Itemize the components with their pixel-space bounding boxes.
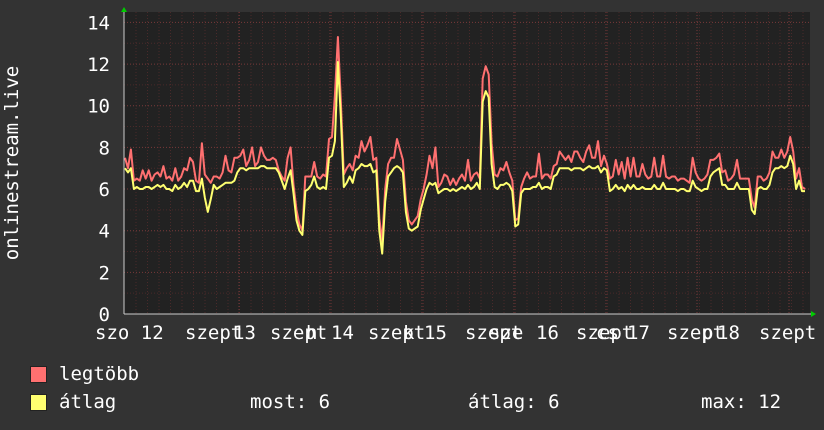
legend-label-max: legtöbb (59, 363, 140, 385)
x-tick-label: 17 (627, 322, 650, 344)
stat-average: átlag: 6 (468, 391, 560, 413)
y-axis-arrow (121, 7, 127, 12)
y-tick-label: 10 (87, 96, 110, 118)
x-tick-label: szept (667, 322, 724, 344)
x-tick-label: szept (270, 322, 327, 344)
stat-current: most: 6 (250, 391, 331, 413)
y-tick-label: 8 (99, 137, 110, 159)
x-tick-label: h (306, 322, 317, 344)
legend-swatch-max (30, 365, 47, 383)
x-axis-arrow (811, 311, 816, 317)
x-tick-label: szept (368, 322, 425, 344)
x-tick-label: 14 (331, 322, 354, 344)
y-tick-label: 2 (99, 262, 110, 284)
x-tick-label: 16 (536, 322, 559, 344)
y-tick-label: 12 (87, 54, 110, 76)
x-tick-label: szo 12 (95, 322, 164, 344)
legend-swatch-avg (30, 393, 47, 411)
legend-item-max: legtöbb (30, 363, 139, 385)
y-axis-label: onlinestream.live (1, 66, 23, 260)
x-tick-label: cs (596, 322, 619, 344)
x-tick-label: 18 (717, 322, 740, 344)
stat-max: max: 12 (701, 391, 782, 413)
x-tick-label: k (403, 322, 415, 344)
x-tick-label: 15 (424, 322, 447, 344)
legend-item-avg: átlag (30, 391, 116, 413)
legend-label-avg: átlag (59, 391, 117, 413)
y-tick-label: 6 (99, 179, 110, 201)
x-tick-label: sze (489, 322, 523, 344)
x-tick-label: p (702, 322, 713, 344)
y-tick-label: 4 (99, 221, 110, 243)
x-tick-label: szept (759, 322, 816, 344)
y-tick-label: 14 (87, 12, 110, 34)
x-tick-label: 13 (233, 322, 256, 344)
chart: 02468101214szo 12 szept13 szepth 14 szeptk 15… (1, 7, 816, 344)
